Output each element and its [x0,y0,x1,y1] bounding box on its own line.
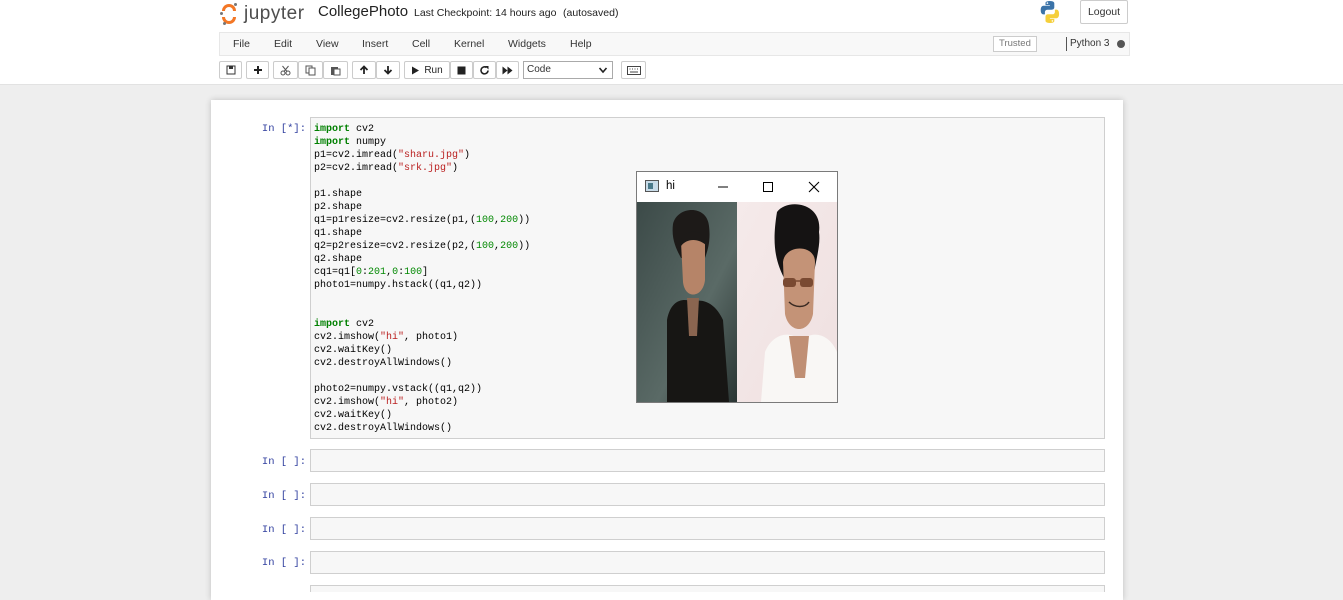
opencv-image-window[interactable]: hi [636,171,838,403]
maximize-icon [763,182,773,192]
cell-prompt: In [ ]: [261,456,306,468]
displayed-image [637,202,837,402]
command-palette-button[interactable] [621,61,646,79]
menu-edit[interactable]: Edit [274,38,292,50]
move-up-button[interactable] [352,61,376,79]
arrow-up-icon [359,65,369,74]
code-line: cv2.imshow("hi", photo1) [314,332,459,343]
code-cell-input[interactable] [310,585,1105,592]
notebook-name[interactable]: CollegePhoto [318,3,408,20]
cell-type-value: Code [527,64,551,75]
window-title: hi [666,180,675,192]
stop-icon [457,66,466,74]
window-titlebar[interactable]: hi [637,172,837,202]
code-cell-input[interactable] [310,517,1105,540]
code-line: cv2.destroyAllWindows() [314,358,453,369]
code-line: cv2.waitKey() [314,345,393,356]
code-line: cq1=q1[0:201,0:100] [314,267,429,278]
code-cell-input[interactable] [310,551,1105,574]
code-line: p1.shape [314,189,363,200]
plus-icon [253,66,262,74]
menu-widgets[interactable]: Widgets [508,38,546,50]
restart-icon [480,65,489,75]
menu-file[interactable]: File [233,38,250,50]
restart-button[interactable] [473,61,496,79]
keyboard-icon [626,65,641,75]
run-label: Run [424,64,443,76]
fast-forward-icon [502,66,513,74]
jupyter-logo-icon [220,3,240,25]
arrow-down-icon [383,66,393,75]
run-button[interactable]: Run [404,61,450,79]
code-line: cv2.destroyAllWindows() [314,423,453,434]
restart-run-all-button[interactable] [496,61,519,79]
checkpoint-status: Last Checkpoint: 14 hours ago [414,7,557,19]
cell-prompt: In [ ]: [261,557,306,569]
code-line: cv2.waitKey() [314,410,393,421]
menu-view[interactable]: View [316,38,339,50]
cell-type-select[interactable]: Code [523,61,613,79]
code-line: p1=cv2.imread("sharu.jpg") [314,150,471,161]
cell-prompt: In [*]: [261,123,306,135]
code-line: import numpy [314,137,387,148]
cell-prompt: In [ ]: [261,524,306,536]
close-button[interactable] [799,176,829,198]
paste-icon [331,66,341,75]
cut-icon [280,65,291,75]
play-icon [412,66,420,74]
code-line: import cv2 [314,124,375,135]
code-line: photo1=numpy.hstack((q1,q2)) [314,280,483,291]
photo-left [637,202,737,402]
paste-button[interactable] [323,61,348,79]
menu-kernel[interactable]: Kernel [454,38,484,50]
save-icon [226,65,235,75]
minimize-button[interactable] [708,176,738,198]
copy-button[interactable] [298,61,323,79]
maximize-button[interactable] [753,176,783,198]
kernel-name: Python 3 [1070,38,1110,49]
insert-cell-button[interactable] [246,61,269,79]
menu-insert[interactable]: Insert [362,38,388,50]
copy-icon [305,65,316,75]
chevron-down-icon [598,67,608,74]
code-line: p2=cv2.imread("srk.jpg") [314,163,459,174]
window-app-icon [645,180,659,192]
python-logo-icon [1040,1,1060,23]
move-down-button[interactable] [376,61,400,79]
code-cell-input[interactable] [310,449,1105,472]
code-line: q2=p2resize=cv2.resize(p2,(100,200)) [314,241,531,252]
code-line: photo2=numpy.vstack((q1,q2)) [314,384,483,395]
notebook-header: jupyter CollegePhoto Last Checkpoint: 14… [0,0,1343,85]
code-line: q2.shape [314,254,363,265]
photo-right [737,202,837,402]
code-line: p2.shape [314,202,363,213]
cut-button[interactable] [273,61,298,79]
kernel-divider [1066,37,1067,51]
jupyter-logo-text: jupyter [244,3,305,24]
autosave-status: (autosaved) [563,7,619,19]
save-button[interactable] [219,61,242,79]
minimize-icon [718,186,728,188]
menubar: File Edit View Insert Cell Kernel Widget… [219,32,1130,56]
interrupt-button[interactable] [450,61,473,79]
menu-help[interactable]: Help [570,38,592,50]
code-line: q1=p1resize=cv2.resize(p1,(100,200)) [314,215,531,226]
kernel-busy-indicator [1117,40,1125,48]
code-editor[interactable]: import cv2 import numpy p1=cv2.imread("s… [314,123,530,435]
trusted-badge[interactable]: Trusted [993,36,1037,52]
jupyter-logo[interactable]: jupyter [220,0,305,28]
menu-cell[interactable]: Cell [412,38,430,50]
close-icon [808,181,820,193]
code-cell-input[interactable] [310,483,1105,506]
code-line: import cv2 [314,319,375,330]
code-line: q1.shape [314,228,363,239]
cell-prompt: In [ ]: [261,490,306,502]
code-line: cv2.imshow("hi", photo2) [314,397,459,408]
logout-button[interactable]: Logout [1080,0,1128,24]
